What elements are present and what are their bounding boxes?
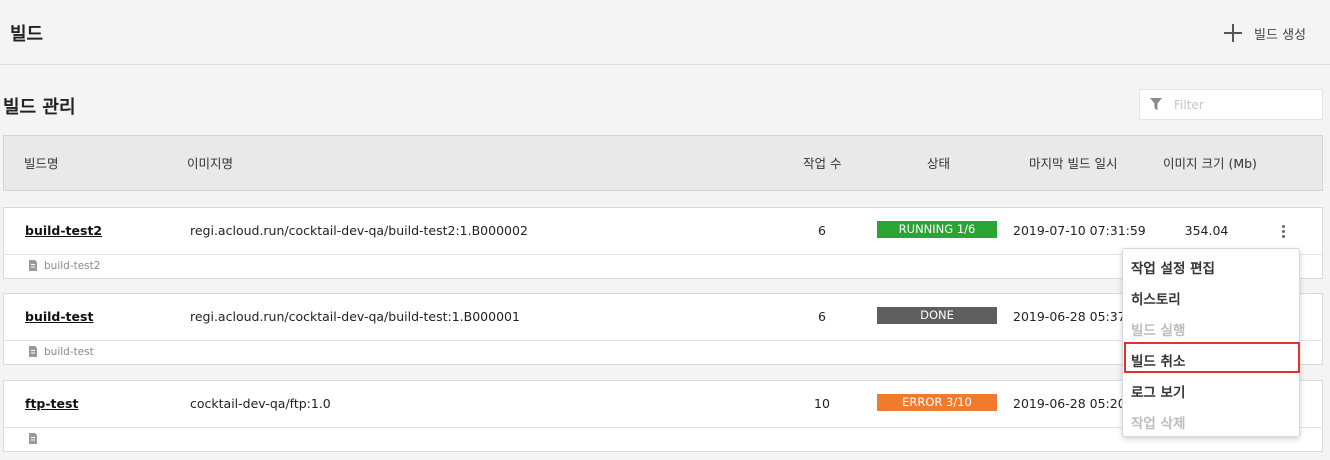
column-header-build-name[interactable]: 빌드명 [24, 153, 59, 172]
column-header-image-name[interactable]: 이미지명 [187, 153, 233, 172]
status-badge: RUNNING 1/6 [877, 221, 997, 238]
document-icon [29, 433, 37, 444]
last-build-time: 2019-06-28 05:20:0 [1013, 396, 1138, 411]
menu-item-view-logs[interactable]: 로그 보기 [1131, 381, 1185, 401]
filter-input[interactable] [1172, 96, 1316, 113]
last-build-time: 2019-07-10 07:31:59 [1013, 223, 1146, 238]
column-header-status[interactable]: 상태 [927, 153, 950, 172]
task-count: 6 [818, 223, 826, 238]
create-build-button[interactable]: 빌드 생성 [1222, 22, 1306, 44]
build-name-link[interactable]: build-test [25, 309, 93, 324]
image-name: regi.acloud.run/cocktail-dev-qa/build-te… [190, 309, 520, 324]
last-build-time: 2019-06-28 05:37:1 [1013, 309, 1138, 324]
more-options-icon[interactable] [1277, 224, 1291, 240]
image-name: regi.acloud.run/cocktail-dev-qa/build-te… [190, 223, 528, 238]
build-name-link[interactable]: ftp-test [25, 396, 78, 411]
build-description: build-test [44, 346, 94, 358]
menu-item-cancel-build[interactable]: 빌드 취소 [1131, 350, 1185, 370]
filter-icon [1150, 98, 1162, 110]
section-title: 빌드 관리 [3, 97, 76, 118]
context-menu: 작업 설정 편집 히스토리 빌드 실행 빌드 취소 로그 보기 작업 삭제 [1122, 248, 1300, 437]
filter-box[interactable] [1139, 89, 1323, 120]
build-name-link[interactable]: build-test2 [25, 223, 102, 238]
task-count: 10 [814, 396, 830, 411]
status-badge: ERROR 3/10 [877, 394, 997, 411]
image-name: cocktail-dev-qa/ftp:1.0 [190, 396, 331, 411]
create-build-label: 빌드 생성 [1254, 27, 1306, 43]
plus-icon [1222, 22, 1244, 44]
menu-item-run-build[interactable]: 빌드 실행 [1131, 319, 1185, 339]
menu-item-edit-settings[interactable]: 작업 설정 편집 [1131, 257, 1215, 277]
build-description: build-test2 [44, 260, 101, 272]
top-bar: 빌드 빌드 생성 [0, 0, 1330, 65]
page-title: 빌드 [10, 24, 44, 45]
document-icon [29, 346, 37, 357]
image-size: 354.04 [1184, 223, 1229, 238]
status-badge: DONE [877, 307, 997, 324]
column-header-task-count[interactable]: 작업 수 [803, 153, 841, 172]
table-header: 빌드명 이미지명 작업 수 상태 마지막 빌드 일시 이미지 크기 (Mb) [3, 135, 1323, 191]
column-header-last-build[interactable]: 마지막 빌드 일시 [1029, 153, 1117, 172]
column-header-image-size[interactable]: 이미지 크기 (Mb) [1163, 153, 1257, 172]
document-icon [29, 260, 37, 271]
task-count: 6 [818, 309, 826, 324]
menu-item-history[interactable]: 히스토리 [1131, 288, 1181, 308]
menu-item-delete-task[interactable]: 작업 삭제 [1131, 412, 1185, 432]
